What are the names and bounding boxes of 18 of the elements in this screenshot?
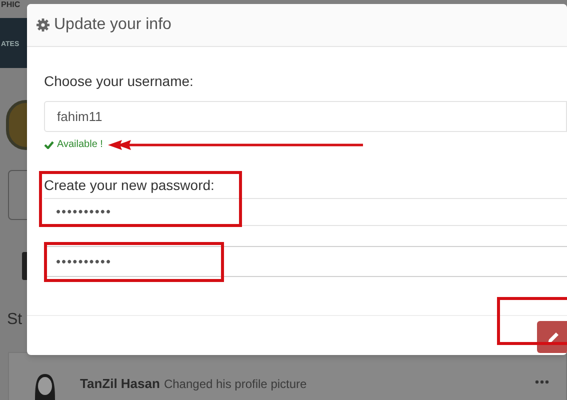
update-button[interactable] <box>537 321 567 353</box>
site-header-text: PHIC <box>1 0 20 9</box>
author-name[interactable]: TanZil Hasan <box>80 374 160 394</box>
more-icon[interactable] <box>535 380 549 384</box>
section-heading: St <box>7 310 22 330</box>
settings-icon <box>36 18 50 32</box>
username-field[interactable]: fahim11 <box>44 101 567 132</box>
highlight-box <box>497 297 567 345</box>
post-action-text: Changed his profile picture <box>164 376 307 393</box>
modal-title: Update your info <box>54 15 172 35</box>
username-label: Choose your username: <box>44 72 194 90</box>
password-field[interactable]: •••••••••• <box>44 198 567 226</box>
avatar-icon <box>32 372 58 400</box>
pencil-icon <box>547 330 560 344</box>
check-icon <box>44 140 54 148</box>
password-label: Create your new password: <box>44 176 216 194</box>
confirm-password-field[interactable]: •••••••••• <box>44 246 567 277</box>
availability-text: Available ! <box>57 138 103 152</box>
